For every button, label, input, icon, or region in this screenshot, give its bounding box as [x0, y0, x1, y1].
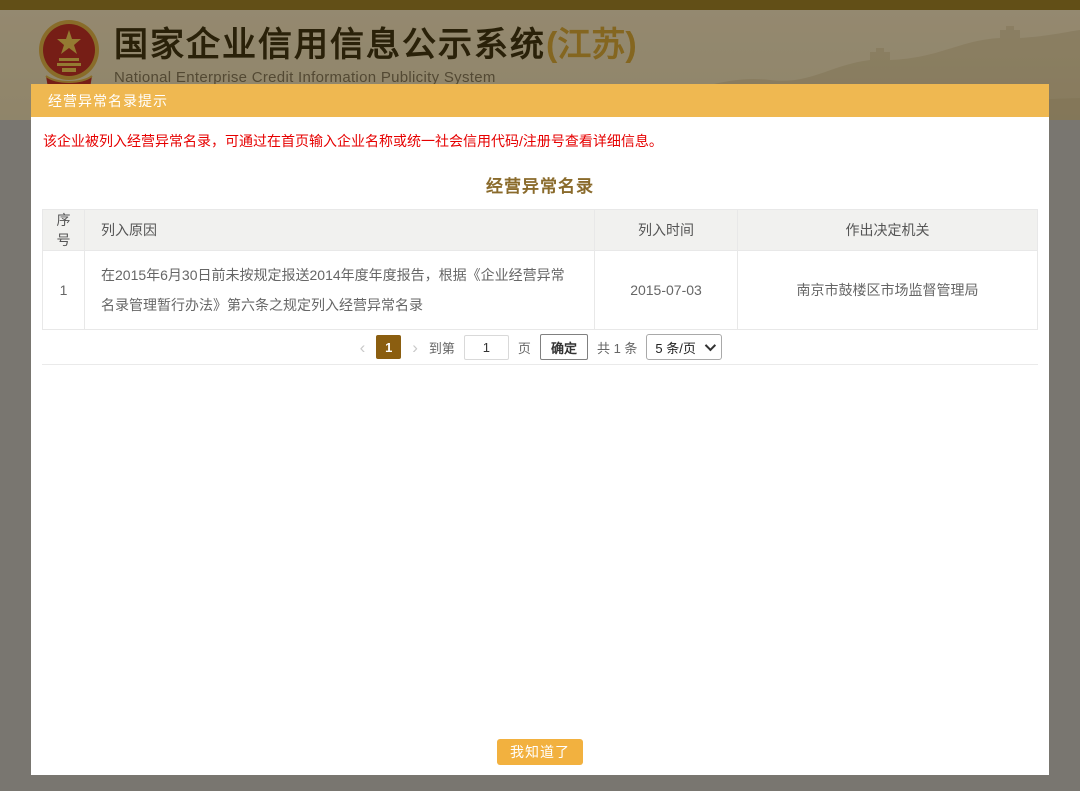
cell-date: 2015-07-03	[595, 251, 738, 330]
pagination: ‹ 1 › 到第 页 确定 共 1 条 5 条/页	[42, 330, 1038, 364]
abnormal-operations-modal: 经营异常名录提示 该企业被列入经营异常名录，可通过在首页输入企业名称或统一社会信…	[31, 84, 1049, 775]
acknowledge-button[interactable]: 我知道了	[497, 739, 583, 765]
modal-title: 经营异常名录提示	[48, 91, 168, 111]
page-unit-label: 页	[518, 338, 531, 357]
cell-reason: 在2015年6月30日前未按规定报送2014年度年度报告，根据《企业经营异常名录…	[85, 251, 595, 330]
table-header-row: 序号 列入原因 列入时间 作出决定机关	[43, 210, 1038, 251]
column-header-reason: 列入原因	[85, 210, 595, 251]
column-header-index: 序号	[43, 210, 85, 251]
current-page-button[interactable]: 1	[376, 335, 401, 359]
column-header-authority: 作出决定机关	[738, 210, 1038, 251]
next-page-icon[interactable]: ›	[410, 339, 420, 356]
abnormal-list-table: 序号 列入原因 列入时间 作出决定机关 1 在2015年6月30日前未按规定报送…	[42, 209, 1038, 330]
page-size-select[interactable]: 5 条/页	[646, 334, 722, 360]
table-title: 经营异常名录	[31, 172, 1049, 197]
table-row: 1 在2015年6月30日前未按规定报送2014年度年度报告，根据《企业经营异常…	[43, 251, 1038, 330]
prev-page-icon[interactable]: ‹	[358, 339, 368, 356]
cell-authority: 南京市鼓楼区市场监督管理局	[738, 251, 1038, 330]
chevron-down-icon	[705, 340, 716, 351]
goto-page-input[interactable]	[464, 335, 509, 360]
modal-body: 该企业被列入经营异常名录，可通过在首页输入企业名称或统一社会信用代码/注册号查看…	[31, 117, 1049, 775]
total-count-label: 共 1 条	[597, 338, 637, 357]
column-header-date: 列入时间	[595, 210, 738, 251]
goto-label: 到第	[429, 338, 455, 357]
page-size-value: 5 条/页	[655, 338, 695, 357]
abnormal-list-table-container: 序号 列入原因 列入时间 作出决定机关 1 在2015年6月30日前未按规定报送…	[42, 209, 1038, 365]
warning-text: 该企业被列入经营异常名录，可通过在首页输入企业名称或统一社会信用代码/注册号查看…	[31, 117, 1049, 150]
cell-index: 1	[43, 251, 85, 330]
goto-confirm-button[interactable]: 确定	[540, 334, 588, 360]
modal-titlebar: 经营异常名录提示	[31, 84, 1049, 117]
page-canvas: 国家企业信用信息公示系统(江苏) National Enterprise Cre…	[0, 0, 1080, 791]
